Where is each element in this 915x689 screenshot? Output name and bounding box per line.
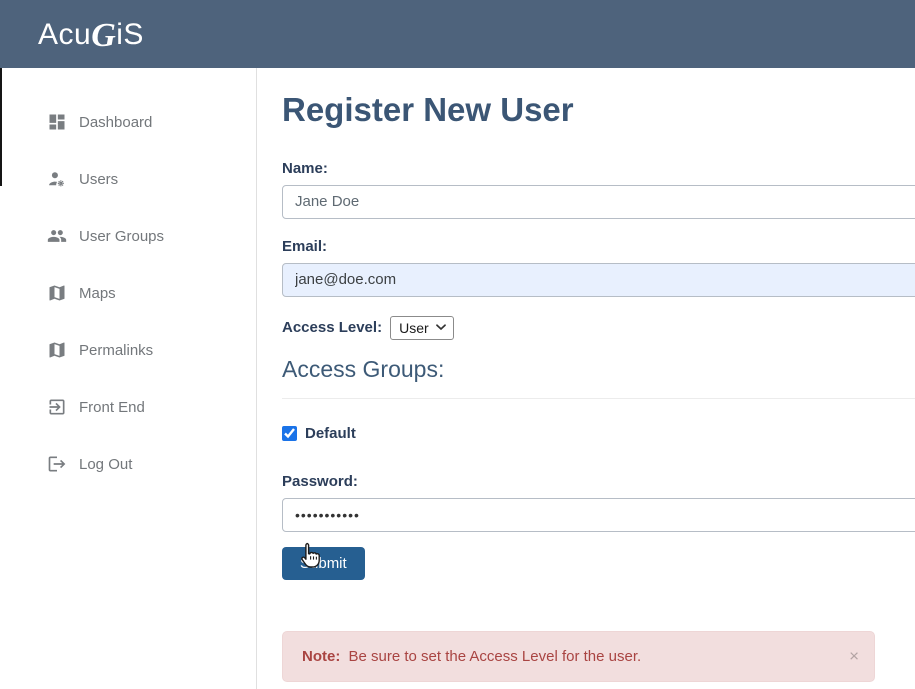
sidebar-item-users[interactable]: Users bbox=[0, 167, 256, 191]
email-input[interactable] bbox=[282, 263, 915, 297]
main-content: Register New User Name: Email: Access Le… bbox=[257, 68, 915, 689]
map-icon bbox=[47, 283, 67, 303]
chevron-down-icon bbox=[436, 324, 446, 331]
access-level-select[interactable]: User bbox=[390, 316, 454, 340]
sidebar-item-maps[interactable]: Maps bbox=[0, 281, 256, 305]
exit-to-app-icon bbox=[47, 397, 67, 417]
name-label: Name: bbox=[282, 160, 915, 177]
default-checkbox-label: Default bbox=[305, 425, 356, 442]
name-input[interactable] bbox=[282, 185, 915, 219]
default-checkbox[interactable] bbox=[282, 426, 297, 441]
sidebar-item-label: Maps bbox=[79, 285, 116, 302]
dashboard-icon bbox=[47, 112, 67, 132]
note-alert: Note: Be sure to set the Access Level fo… bbox=[282, 631, 875, 682]
access-level-label: Access Level: bbox=[282, 319, 382, 336]
sidebar-item-dashboard[interactable]: Dashboard bbox=[0, 110, 256, 134]
sidebar-item-user-groups[interactable]: User Groups bbox=[0, 224, 256, 248]
left-edge-artifact bbox=[0, 68, 2, 186]
top-header: AcuGiS bbox=[0, 0, 915, 68]
logout-icon bbox=[47, 454, 67, 474]
sidebar-item-permalinks[interactable]: Permalinks bbox=[0, 338, 256, 362]
access-groups-heading: Access Groups: bbox=[282, 356, 915, 399]
note-text: Be sure to set the Access Level for the … bbox=[349, 648, 642, 665]
note-prefix: Note: bbox=[302, 648, 340, 665]
page-title: Register New User bbox=[282, 88, 915, 133]
acugis-logo[interactable]: AcuGiS bbox=[38, 17, 144, 51]
sidebar: Dashboard bbox=[0, 68, 257, 689]
submit-button[interactable]: Submit bbox=[282, 547, 365, 580]
group-icon bbox=[47, 226, 67, 246]
password-input[interactable] bbox=[282, 498, 915, 532]
sidebar-item-log-out[interactable]: Log Out bbox=[0, 452, 256, 476]
sidebar-item-label: Users bbox=[79, 171, 118, 188]
close-icon[interactable]: × bbox=[849, 648, 859, 665]
manage-accounts-icon bbox=[47, 169, 67, 189]
map-icon bbox=[47, 340, 67, 360]
sidebar-item-front-end[interactable]: Front End bbox=[0, 395, 256, 419]
password-label: Password: bbox=[282, 473, 915, 490]
sidebar-item-label: User Groups bbox=[79, 228, 164, 245]
sidebar-item-label: Dashboard bbox=[79, 114, 152, 131]
sidebar-item-label: Permalinks bbox=[79, 342, 153, 359]
email-label: Email: bbox=[282, 238, 915, 255]
sidebar-item-label: Log Out bbox=[79, 456, 132, 473]
access-level-value: User bbox=[399, 320, 429, 336]
sidebar-item-label: Front End bbox=[79, 399, 145, 416]
